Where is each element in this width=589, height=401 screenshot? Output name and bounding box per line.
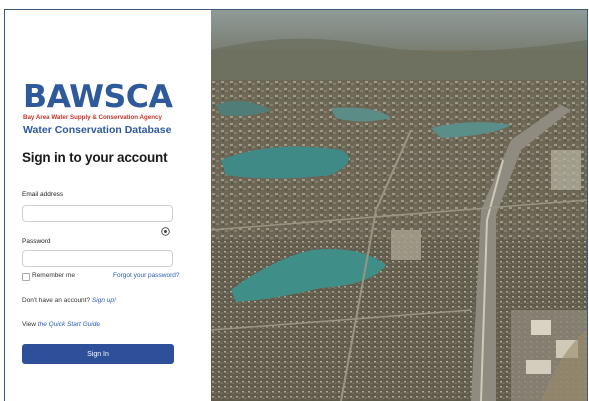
aerial-city-photo-icon bbox=[211, 10, 587, 401]
hero-image bbox=[211, 10, 587, 401]
logo-wordmark: BAWSCA bbox=[23, 79, 173, 115]
email-field[interactable] bbox=[22, 205, 173, 222]
quick-start-link[interactable]: the Quick Start Guide bbox=[38, 321, 100, 328]
sign-in-button[interactable]: Sign In bbox=[22, 344, 174, 364]
email-label: Email address bbox=[22, 191, 64, 198]
quick-start-text: View the Quick Start Guide bbox=[22, 321, 100, 328]
show-password-icon[interactable] bbox=[161, 227, 170, 236]
signup-link[interactable]: Sign up! bbox=[92, 297, 116, 304]
view-label: View bbox=[22, 321, 36, 328]
forgot-password-link[interactable]: Forgot your password? bbox=[113, 272, 179, 279]
login-panel: BAWSCA Bay Area Water Supply & Conservat… bbox=[5, 10, 211, 401]
password-field[interactable] bbox=[22, 250, 173, 267]
page-title: Sign in to your account bbox=[22, 150, 168, 165]
login-window: BAWSCA Bay Area Water Supply & Conservat… bbox=[4, 9, 588, 401]
no-account-text: Don't have an account? Sign up! bbox=[22, 297, 116, 304]
app-subtitle: Water Conservation Database bbox=[23, 124, 172, 136]
bawsca-logo: BAWSCA Bay Area Water Supply & Conservat… bbox=[23, 79, 173, 122]
remember-me-checkbox[interactable] bbox=[22, 273, 30, 281]
no-account-label: Don't have an account? bbox=[22, 297, 91, 304]
remember-me-label[interactable]: Remember me bbox=[32, 272, 75, 279]
logo-tagline: Bay Area Water Supply & Conservation Age… bbox=[23, 114, 162, 121]
password-label: Password bbox=[22, 238, 51, 245]
